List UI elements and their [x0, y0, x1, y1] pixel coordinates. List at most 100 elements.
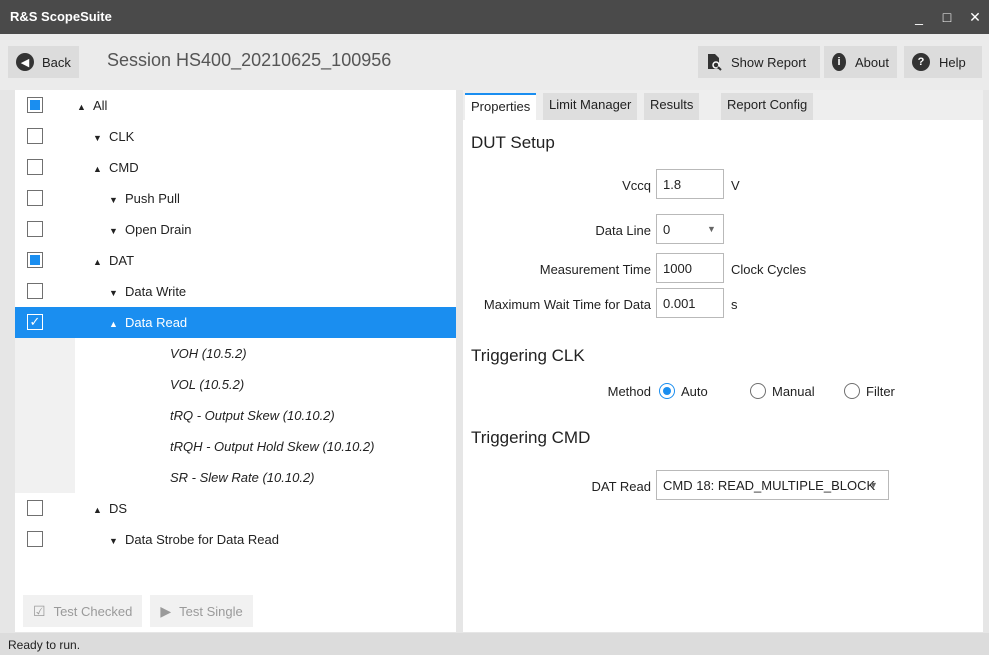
tree-checkbox[interactable] — [27, 500, 43, 516]
tree-checkbox[interactable] — [27, 252, 43, 268]
show-report-button[interactable]: Show Report — [698, 46, 820, 78]
test-checked-button[interactable]: ☑ Test Checked — [23, 595, 143, 627]
chevron-down-icon: ▼ — [707, 224, 716, 234]
tree-checkbox[interactable] — [27, 159, 43, 175]
collapsed-arrow-icon[interactable]: ▼ — [109, 536, 125, 546]
app-title: R&S ScopeSuite — [10, 9, 112, 24]
help-icon: ? — [912, 53, 930, 71]
section-triggering-cmd: Triggering CMD — [471, 428, 591, 447]
tree-item-label: tRQ - Output Skew (10.10.2) — [170, 408, 335, 423]
tree-item-label: VOH (10.5.2) — [170, 346, 247, 361]
tree-item-label: ▲ DAT — [93, 253, 134, 268]
tree-item-label: ▼ CLK — [93, 129, 134, 144]
tree-checkbox[interactable] — [27, 190, 43, 206]
tab-properties[interactable]: Properties — [465, 93, 537, 120]
tree-item-text: tRQH - Output Hold Skew (10.10.2) — [170, 439, 375, 454]
checkbox-column — [15, 524, 75, 555]
properties-panel: Properties Limit Manager Results Report … — [463, 90, 983, 632]
measurement-time-input[interactable]: 1000 — [656, 253, 724, 283]
expanded-arrow-icon[interactable]: ▲ — [93, 164, 109, 174]
expanded-arrow-icon[interactable]: ▲ — [77, 102, 93, 112]
dat-read-dropdown[interactable]: CMD 18: READ_MULTIPLE_BLOCK ▼ — [656, 470, 889, 500]
tree-row[interactable]: ▼ Data Strobe for Data Read — [15, 524, 456, 555]
tree-item-text: tRQ - Output Skew (10.10.2) — [170, 408, 335, 423]
dat-read-value: CMD 18: READ_MULTIPLE_BLOCK — [663, 478, 876, 493]
checkbox-column — [15, 276, 75, 307]
radio-auto-label: Auto — [681, 384, 708, 399]
collapsed-arrow-icon[interactable]: ▼ — [109, 226, 125, 236]
test-single-button[interactable]: ▶ Test Single — [150, 595, 253, 627]
tree-item-text: DS — [109, 501, 128, 516]
tree-checkbox[interactable]: ✓ — [27, 314, 43, 330]
session-title: Session HS400_20210625_100956 — [107, 50, 392, 70]
tree-item-text: VOL (10.5.2) — [170, 377, 245, 392]
tree-row[interactable]: tRQH - Output Hold Skew (10.10.2) — [15, 431, 456, 462]
radio-filter[interactable] — [844, 383, 860, 399]
tree-item-text: Push Pull — [125, 191, 180, 206]
expanded-arrow-icon[interactable]: ▲ — [93, 505, 109, 515]
vccq-unit: V — [731, 178, 740, 193]
tree-row[interactable]: ▼ Push Pull — [15, 183, 456, 214]
tree-checkbox[interactable] — [27, 531, 43, 547]
radio-auto[interactable] — [659, 383, 675, 399]
expanded-arrow-icon[interactable]: ▲ — [109, 319, 125, 329]
radio-filter-label: Filter — [866, 384, 895, 399]
max-wait-time-label: Maximum Wait Time for Data — [483, 297, 651, 312]
tree-item-label: ▲ DS — [93, 501, 127, 516]
tree-item-text: SR - Slew Rate (10.10.2) — [170, 470, 315, 485]
tree-row[interactable]: ✓ ▲ Data Read — [15, 307, 456, 338]
collapsed-arrow-icon[interactable]: ▼ — [109, 288, 125, 298]
status-text: Ready to run. — [8, 638, 81, 652]
max-wait-time-unit: s — [731, 297, 738, 312]
tree-item-text: Data Strobe for Data Read — [125, 532, 279, 547]
checkbox-column — [15, 462, 75, 493]
tree-row[interactable]: VOH (10.5.2) — [15, 338, 456, 369]
vccq-input[interactable]: 1.8 — [656, 169, 724, 199]
tree-row[interactable]: ▲ DS — [15, 493, 456, 524]
vccq-label: Vccq — [622, 178, 651, 193]
tree-row[interactable]: tRQ - Output Skew (10.10.2) — [15, 400, 456, 431]
test-checked-label: Test Checked — [53, 603, 133, 619]
expanded-arrow-icon[interactable]: ▲ — [93, 257, 109, 267]
about-button[interactable]: i About — [824, 46, 897, 78]
checkbox-column — [15, 400, 75, 431]
checkbox-column — [15, 152, 75, 183]
maximize-button[interactable]: □ — [933, 0, 961, 34]
tab-report-config[interactable]: Report Config — [721, 93, 814, 120]
tree-row[interactable]: ▼ CLK — [15, 121, 456, 152]
tree-item-text: DAT — [109, 253, 135, 268]
tree-row[interactable]: ▲ DAT — [15, 245, 456, 276]
checklist-icon: ☑ — [33, 602, 46, 619]
checkbox-column — [15, 431, 75, 462]
minimize-button[interactable]: _ — [905, 0, 933, 34]
help-button[interactable]: ? Help — [904, 46, 982, 78]
tree-checkbox[interactable] — [27, 221, 43, 237]
back-button[interactable]: ◀ Back — [8, 46, 79, 78]
test-actions: ☑ Test Checked ▶ Test Single — [15, 590, 456, 632]
data-line-dropdown[interactable]: 0 ▼ — [656, 214, 724, 244]
tree-item-label: ▲ Data Read — [109, 315, 187, 330]
title-bar: R&S ScopeSuite _ □ ✕ — [0, 0, 989, 34]
collapsed-arrow-icon[interactable]: ▼ — [93, 133, 109, 143]
tab-bar: Properties Limit Manager Results Report … — [463, 90, 983, 120]
tree-checkbox[interactable] — [27, 128, 43, 144]
checkbox-column — [15, 493, 75, 524]
tree-row[interactable]: VOL (10.5.2) — [15, 369, 456, 400]
help-label: Help — [939, 54, 966, 70]
radio-manual[interactable] — [750, 383, 766, 399]
close-button[interactable]: ✕ — [961, 0, 989, 34]
tree-row[interactable]: SR - Slew Rate (10.10.2) — [15, 462, 456, 493]
tree-row[interactable]: ▲ All — [15, 90, 456, 121]
back-button-label: Back — [42, 54, 71, 70]
tree-row[interactable]: ▲ CMD — [15, 152, 456, 183]
tree-item-label: ▼ Data Write — [109, 284, 186, 299]
tab-limit-manager[interactable]: Limit Manager — [543, 93, 638, 120]
tree-checkbox[interactable] — [27, 97, 43, 113]
checkbox-column — [15, 245, 75, 276]
tree-row[interactable]: ▼ Open Drain — [15, 214, 456, 245]
tree-checkbox[interactable] — [27, 283, 43, 299]
tree-row[interactable]: ▼ Data Write — [15, 276, 456, 307]
collapsed-arrow-icon[interactable]: ▼ — [109, 195, 125, 205]
max-wait-time-input[interactable]: 0.001 — [656, 288, 724, 318]
tab-results[interactable]: Results — [644, 93, 700, 120]
